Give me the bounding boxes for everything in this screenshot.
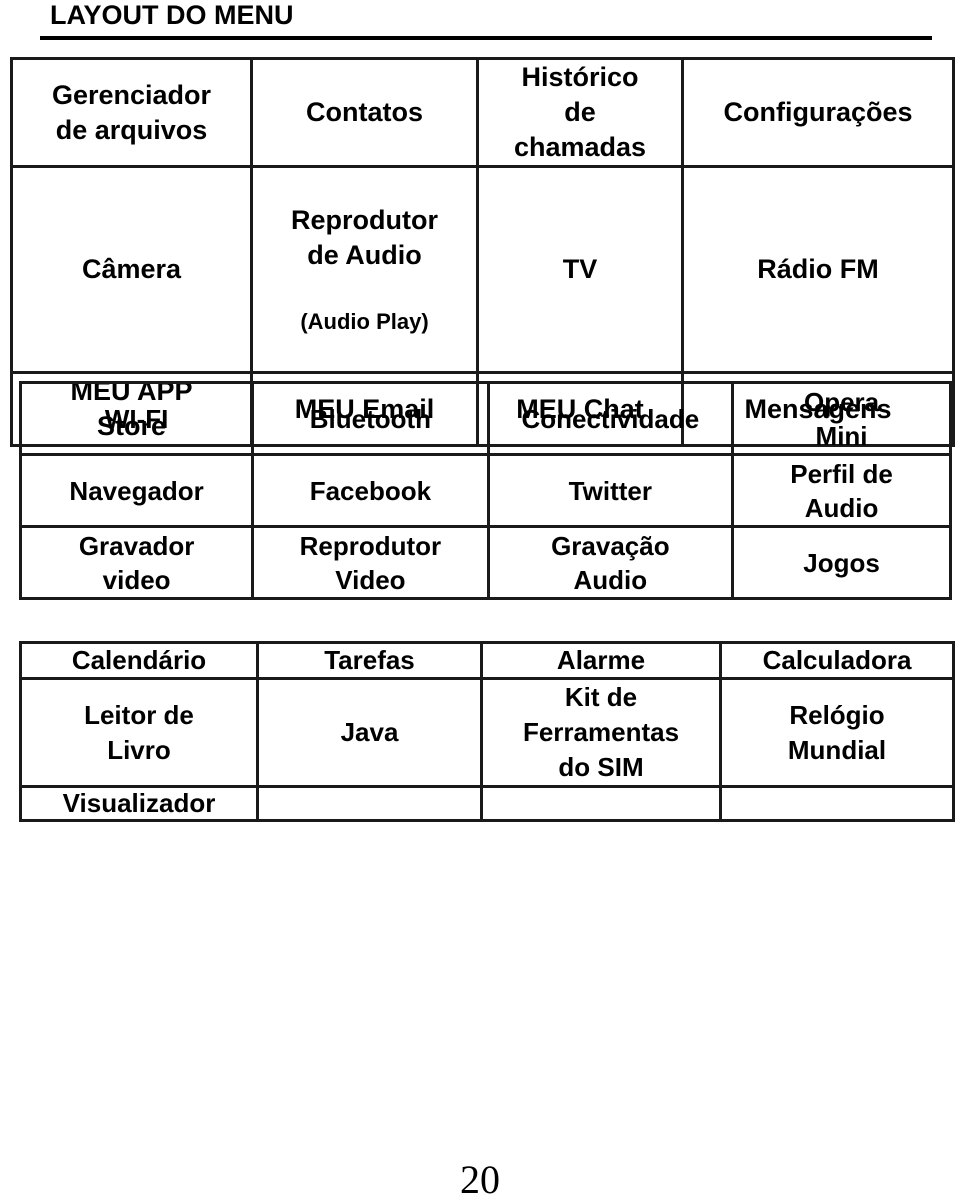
menu-item-bluetooth: Bluetooth	[251, 381, 490, 456]
table-row: Gerenciador de arquivos Contatos Históri…	[10, 57, 955, 168]
audio-player-label: Reprodutor de Audio	[291, 205, 438, 270]
menu-item-settings: Configurações	[681, 57, 955, 168]
menu-item-audio-player: Reprodutor de Audio (Audio Play)	[250, 165, 479, 374]
menu-item-tv: TV	[476, 165, 684, 374]
menu-item-call-history: Histórico de chamadas	[476, 57, 684, 168]
menu-item-sim-toolkit: Kit de Ferramentas do SIM	[480, 677, 722, 788]
table-row: Visualizador	[19, 785, 955, 822]
menu-item-alarm: Alarme	[480, 641, 722, 680]
menu-item-fm-radio: Rádio FM	[681, 165, 955, 374]
menu-item-games: Jogos	[731, 525, 952, 600]
section-title: LAYOUT DO MENU	[50, 0, 294, 30]
menu-table-connectivity-media: WI-FI Bluetooth Conectividade Opera Mini…	[18, 381, 952, 600]
menu-item-book-reader: Leitor de Livro	[19, 677, 259, 788]
menu-item-wifi: WI-FI	[18, 381, 255, 456]
menu-item-video-player: Reprodutor Video	[251, 525, 490, 600]
menu-item-audio-profile: Perfil de Audio	[731, 453, 952, 528]
menu-item-contacts: Contatos	[250, 57, 479, 168]
empty-cell	[480, 785, 722, 822]
table-row: Câmera Reprodutor de Audio (Audio Play) …	[10, 165, 955, 374]
empty-cell	[256, 785, 483, 822]
menu-item-video-recorder: Gravador video	[18, 525, 255, 600]
menu-item-connectivity: Conectividade	[486, 381, 735, 456]
menu-item-calculator: Calculadora	[719, 641, 955, 680]
menu-item-opera-mini: Opera Mini	[731, 381, 952, 456]
table-row: Calendário Tarefas Alarme Calculadora	[19, 641, 955, 680]
empty-cell	[719, 785, 955, 822]
table-row: Navegador Facebook Twitter Perfil de Aud…	[18, 453, 952, 528]
menu-table-tools: Calendário Tarefas Alarme Calculadora Le…	[19, 641, 955, 822]
page-number: 20	[460, 1157, 500, 1202]
title-underline	[40, 36, 932, 40]
table-row: Leitor de Livro Java Kit de Ferramentas …	[19, 677, 955, 788]
menu-item-calendar: Calendário	[19, 641, 259, 680]
audio-player-subtitle: (Audio Play)	[300, 309, 429, 334]
menu-item-camera: Câmera	[10, 165, 253, 374]
menu-item-browser: Navegador	[18, 453, 255, 528]
menu-item-audio-recorder: Gravação Audio	[486, 525, 735, 600]
menu-item-file-manager: Gerenciador de arquivos	[10, 57, 253, 168]
table-row: WI-FI Bluetooth Conectividade Opera Mini	[18, 381, 952, 456]
menu-item-java: Java	[256, 677, 483, 788]
menu-item-facebook: Facebook	[251, 453, 490, 528]
menu-item-tasks: Tarefas	[256, 641, 483, 680]
menu-item-world-clock: Relógio Mundial	[719, 677, 955, 788]
menu-item-twitter: Twitter	[486, 453, 735, 528]
table-row: Gravador video Reprodutor Video Gravação…	[18, 525, 952, 600]
menu-item-viewer: Visualizador	[19, 785, 259, 822]
